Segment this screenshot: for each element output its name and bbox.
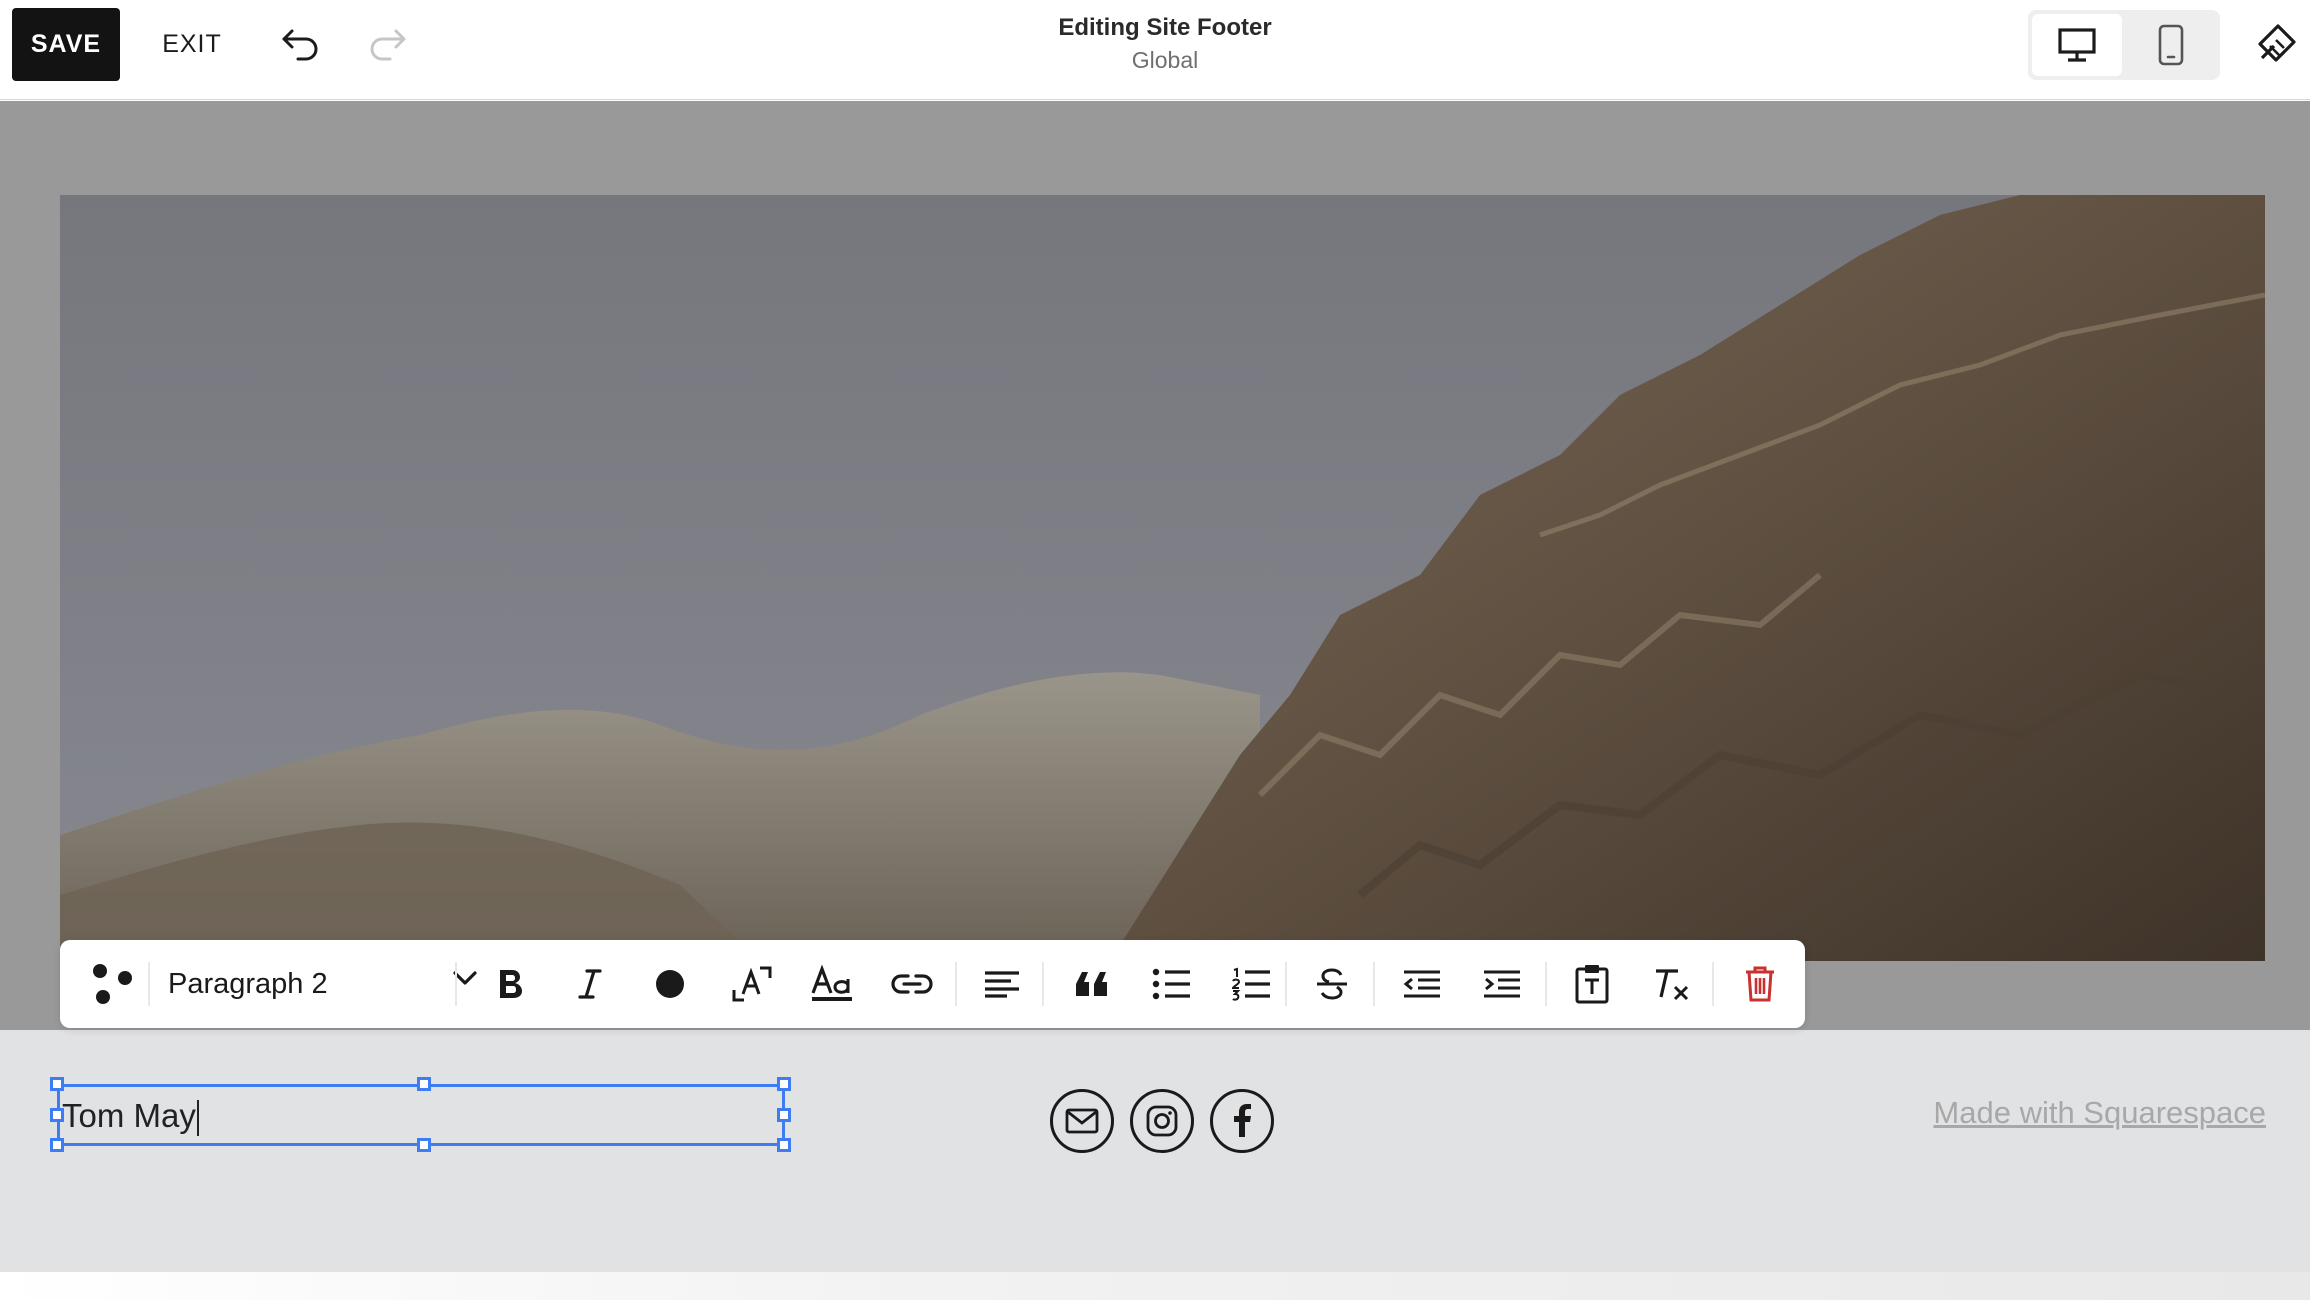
link-button[interactable] [880,940,944,1028]
resize-handle-bottom-right[interactable] [777,1138,791,1152]
toolbar-divider [148,962,150,1006]
trash-icon [1746,966,1774,1002]
resize-handle-top-right[interactable] [777,1077,791,1091]
page-canvas [0,101,2310,1030]
strikethrough-button[interactable] [1300,940,1364,1028]
bulleted-list-button[interactable] [1140,940,1204,1028]
mountain-image [60,195,2265,961]
color-circle-icon [656,970,684,998]
site-styles-brush-icon[interactable] [2248,16,2304,72]
facebook-icon [1234,1104,1251,1137]
toolbar-divider [1712,962,1714,1006]
paragraph-style-value: Paragraph 2 [168,967,328,1000]
editor-title: Editing Site Footer Global [900,12,1430,76]
email-icon [1065,1108,1099,1134]
mobile-view-button[interactable] [2126,14,2216,76]
italic-button[interactable] [560,940,620,1028]
redo-icon[interactable] [358,18,418,70]
device-toggle [2028,10,2220,80]
save-button[interactable]: SAVE [12,8,120,81]
hero-slideshow-image[interactable] [60,195,2265,961]
editing-scope: Global [1131,47,1199,73]
bold-button[interactable] [480,940,540,1028]
footer-text-block[interactable]: Tom May [50,1077,791,1152]
outdent-icon [1403,970,1440,998]
numbered-list-icon [1232,967,1270,1001]
resize-handle-top-left[interactable] [50,1077,64,1091]
indent-button[interactable] [1470,940,1534,1028]
outdent-button[interactable] [1390,940,1454,1028]
resize-handle-bottom-left[interactable] [50,1138,64,1152]
clear-formatting-icon [1656,969,1689,1001]
instagram-social-link[interactable] [1130,1089,1194,1153]
toolbar-divider [955,962,957,1006]
resize-handle-bottom[interactable] [417,1138,431,1152]
text-caret [196,1100,199,1137]
typography-icon [811,965,852,1001]
resize-handle-top[interactable] [417,1077,431,1091]
clear-formatting-button[interactable] [1640,940,1704,1028]
dots-menu-icon [93,964,132,1004]
toolbar-divider [1042,962,1044,1006]
block-menu-button[interactable] [74,940,150,1028]
align-left-button[interactable] [970,940,1034,1028]
resize-handle-left[interactable] [50,1108,64,1122]
numbered-list-button[interactable] [1220,940,1284,1028]
desktop-icon [2058,28,2096,62]
typography-button[interactable] [800,940,864,1028]
text-format-toolbar: Paragraph 2 [60,940,1805,1028]
paste-plain-text-button[interactable] [1560,940,1624,1028]
page-bottom-strip [0,1272,2310,1300]
footer-text-value[interactable]: Tom May [62,1097,196,1134]
delete-block-button[interactable] [1728,940,1792,1028]
italic-icon [578,969,602,999]
toolbar-divider [1285,962,1287,1006]
undo-icon[interactable] [270,18,330,70]
facebook-social-link[interactable] [1210,1089,1274,1153]
toolbar-divider [1373,962,1375,1006]
email-social-link[interactable] [1050,1089,1114,1153]
made-with-squarespace-link[interactable]: Made with Squarespace [1890,1095,2266,1131]
toolbar-divider [455,962,457,1006]
text-size-icon [732,966,772,1002]
paragraph-style-select[interactable]: Paragraph 2 [168,940,498,1028]
footer-text-wrap: Tom May [62,1097,199,1137]
indent-icon [1484,970,1520,998]
resize-handle-right[interactable] [777,1108,791,1122]
exit-button[interactable]: EXIT [150,8,234,81]
editing-title: Editing Site Footer [1058,14,1272,41]
link-icon [891,974,933,994]
instagram-icon [1146,1105,1178,1137]
top-bar: SAVE EXIT Editing Site Footer Global [0,0,2310,100]
bulleted-list-icon [1152,968,1190,1000]
toolbar-divider [1545,962,1547,1006]
quote-icon [1076,972,1107,996]
strikethrough-icon [1317,968,1347,1000]
desktop-view-button[interactable] [2032,14,2122,76]
bold-icon [500,970,522,998]
app-root: SAVE EXIT Editing Site Footer Global Tom… [0,0,2310,1300]
align-left-icon [985,971,1019,998]
mobile-icon [2158,24,2184,66]
blockquote-button[interactable] [1060,940,1124,1028]
text-size-button[interactable] [720,940,784,1028]
text-color-button[interactable] [640,940,700,1028]
clipboard-text-icon [1575,965,1609,1004]
